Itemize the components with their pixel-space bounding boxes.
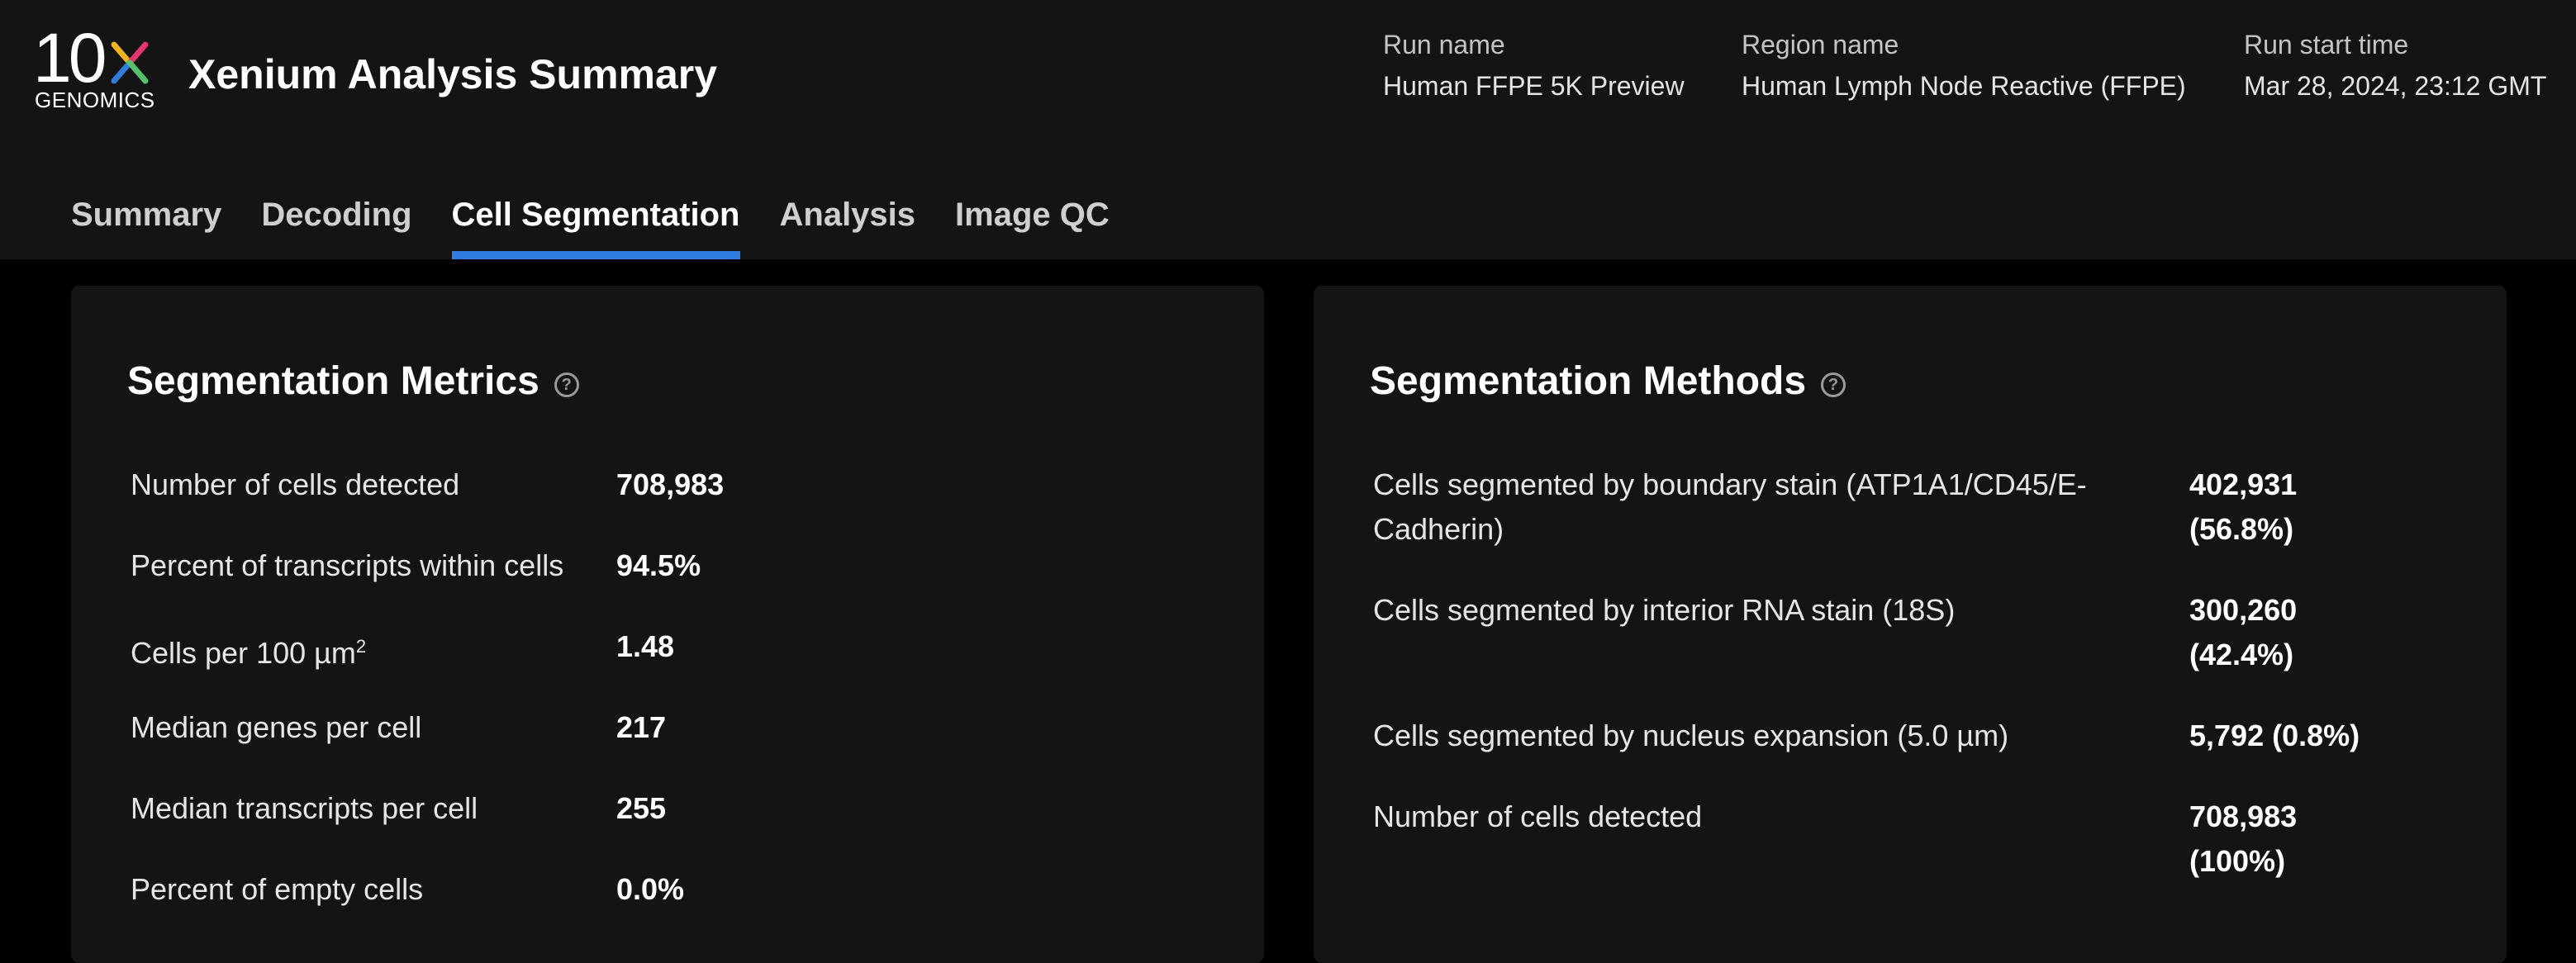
logo-x-icon (111, 41, 149, 84)
segmentation-methods-heading: Segmentation Methods (1370, 359, 1807, 403)
method-value-boundary-stain-line2: (56.8%) (2189, 512, 2294, 546)
metric-value-median-transcripts: 255 (616, 791, 667, 825)
method-label-cells-detected: Number of cells detected (1373, 799, 1703, 833)
question-circle-icon[interactable]: ? (1821, 372, 1846, 397)
run-start-value: Mar 28, 2024, 23:12 GMT (2244, 71, 2547, 101)
run-name-value: Human FFPE 5K Preview (1383, 71, 1685, 101)
tab-summary[interactable]: Summary (71, 188, 221, 259)
tab-decoding[interactable]: Decoding (261, 188, 411, 259)
metric-label-empty-cells: Percent of empty cells (131, 872, 424, 906)
region-name-field: Region name Human Lymph Node Reactive (F… (1742, 28, 2186, 102)
metric-label-cells-per-area-sup: 2 (355, 636, 367, 657)
10x-genomics-logo[interactable]: 10 GENOMICS (33, 23, 157, 114)
metric-value-cells-per-area: 1.48 (616, 629, 675, 663)
metric-value-empty-cells: 0.0% (616, 872, 685, 906)
run-name-label: Run name (1383, 30, 1505, 59)
segmentation-metrics-title: Segmentation Metrics ? (127, 357, 579, 406)
method-value-interior-rna-stain-line1: 300,260 (2189, 593, 2298, 627)
app-title: Xenium Analysis Summary (188, 51, 718, 97)
method-label-boundary-stain-line2: Cadherin) (1373, 512, 1504, 546)
method-label-boundary-stain-line1: Cells segmented by boundary stain (ATP1A… (1373, 467, 2087, 501)
metric-label-median-genes: Median genes per cell (131, 710, 422, 744)
metric-value-median-genes: 217 (616, 710, 667, 744)
logo-wordmark: GENOMICS (35, 88, 155, 112)
metric-value-transcripts-within-cells: 94.5% (616, 548, 701, 582)
method-value-cells-detected-line1: 708,983 (2189, 799, 2298, 833)
run-name-field: Run name Human FFPE 5K Preview (1383, 28, 1685, 102)
metric-value-cells-detected: 708,983 (616, 467, 725, 501)
tab-bar: Summary Decoding Cell Segmentation Analy… (71, 188, 1110, 259)
method-value-boundary-stain-line1: 402,931 (2189, 467, 2298, 501)
tab-analysis[interactable]: Analysis (780, 188, 916, 259)
method-label-interior-rna-stain: Cells segmented by interior RNA stain (1… (1373, 593, 1956, 627)
region-name-label: Region name (1742, 30, 1899, 59)
region-name-value: Human Lymph Node Reactive (FFPE) (1742, 71, 2186, 101)
method-value-interior-rna-stain-line2: (42.4%) (2189, 638, 2294, 671)
tab-cell-segmentation[interactable]: Cell Segmentation (451, 188, 740, 259)
segmentation-metrics-heading: Segmentation Metrics (127, 359, 539, 403)
tab-image-qc[interactable]: Image QC (955, 188, 1110, 259)
top-bar: 10 GENOMICS Xenium Analysis Summary Run … (0, 0, 2576, 259)
metric-label-cells-per-area: Cells per 100 µm2 (131, 624, 366, 676)
run-start-label: Run start time (2244, 30, 2409, 59)
metric-label-transcripts-within-cells: Percent of transcripts within cells (131, 548, 564, 582)
segmentation-methods-title: Segmentation Methods ? (1370, 357, 1846, 406)
method-label-nucleus-expansion: Cells segmented by nucleus expansion (5.… (1373, 719, 2009, 752)
metric-label-median-transcripts: Median transcripts per cell (131, 791, 478, 825)
run-start-field: Run start time Mar 28, 2024, 23:12 GMT (2244, 28, 2546, 102)
logo-number: 10 (33, 19, 107, 97)
metric-label-cells-per-area-text: Cells per 100 µm (131, 636, 356, 670)
segmentation-methods-card: Segmentation Methods ? Cells segmented b… (1314, 286, 2507, 963)
metric-label-cells-detected: Number of cells detected (131, 467, 460, 501)
method-value-cells-detected-line2: (100%) (2189, 844, 2286, 878)
method-value-nucleus-expansion: 5,792 (0.8%) (2189, 719, 2360, 752)
question-circle-icon[interactable]: ? (554, 372, 579, 397)
segmentation-metrics-card: Segmentation Metrics ? Number of cells d… (71, 286, 1264, 963)
